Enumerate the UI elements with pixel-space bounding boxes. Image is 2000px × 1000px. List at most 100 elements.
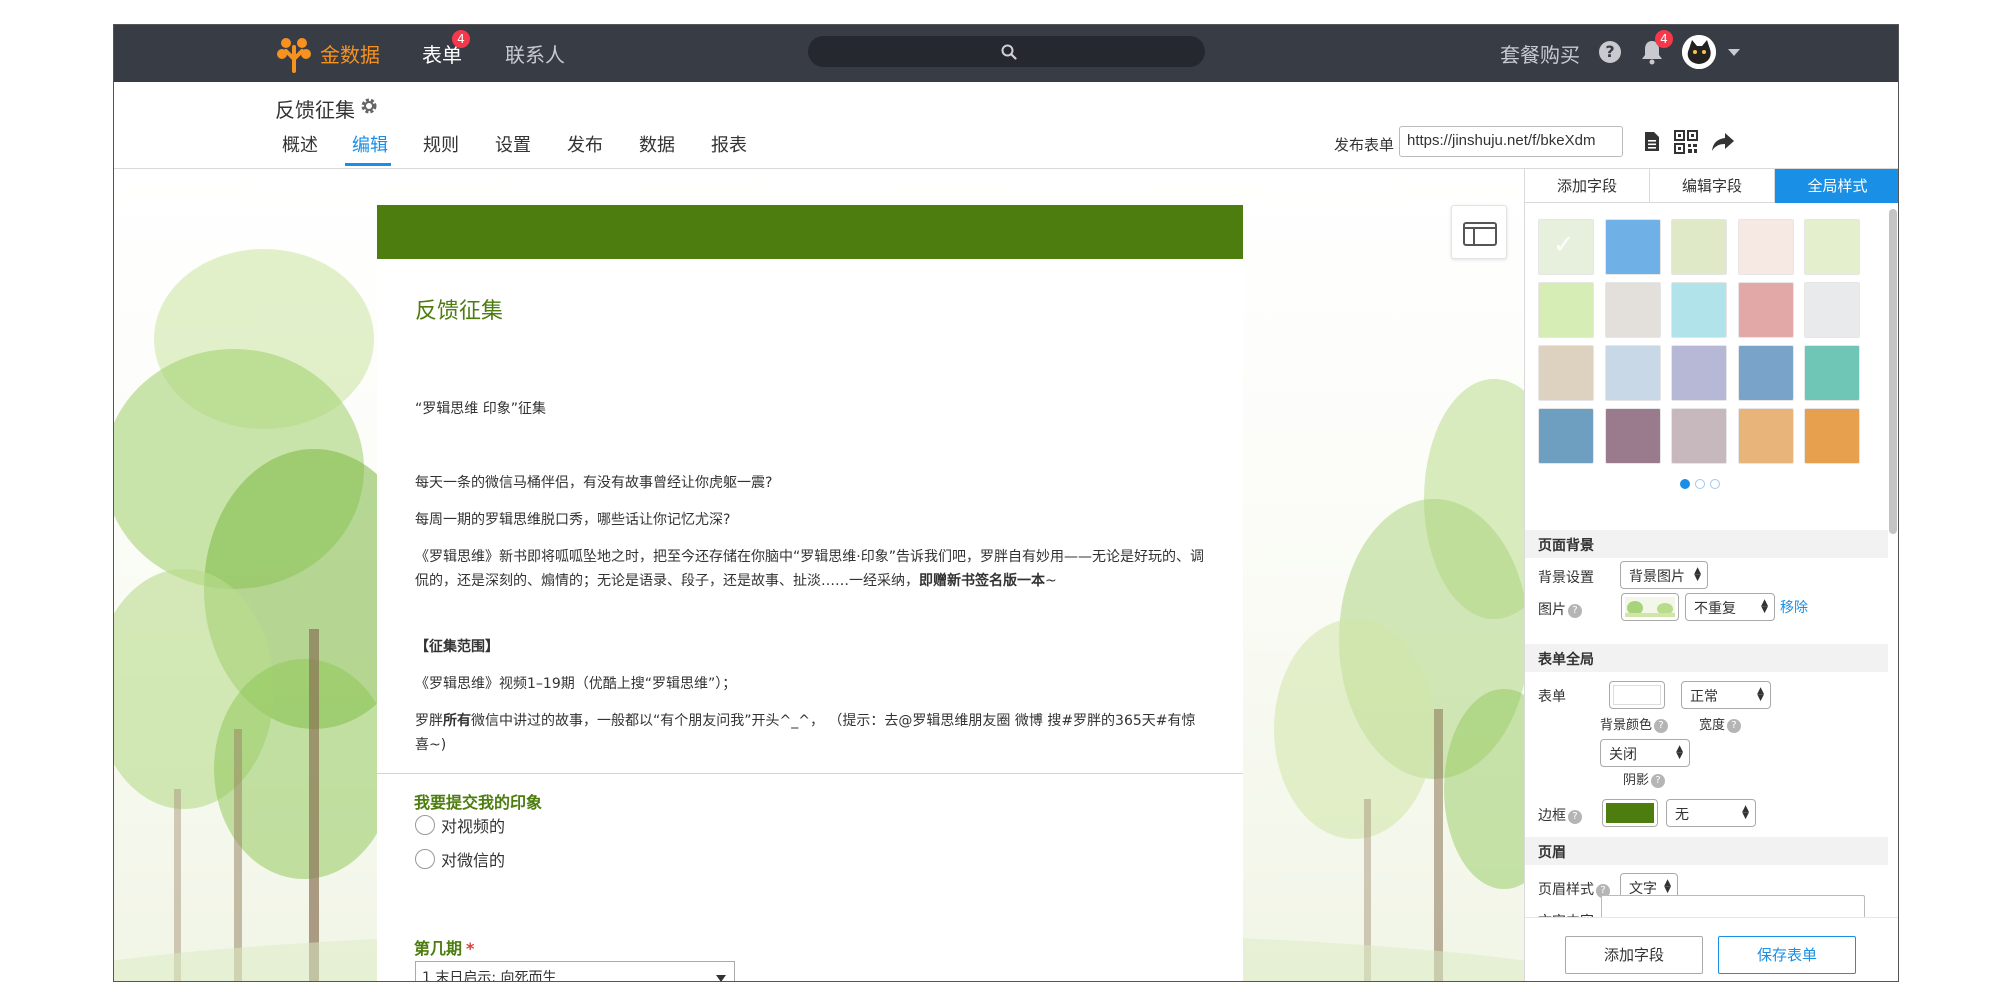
- theme-swatch[interactable]: [1671, 408, 1727, 464]
- publish-url-field[interactable]: https://jinshuju.net/f/bkeXdm: [1399, 126, 1623, 157]
- scope-item-2-text: 罗胖: [415, 713, 443, 729]
- help-icon[interactable]: ?: [1654, 719, 1669, 733]
- theme-swatch[interactable]: [1538, 345, 1594, 401]
- scope-item-1: 《罗辑思维》视频1–19期（优酷上搜“罗辑思维”）；: [415, 676, 737, 692]
- width-label: 宽度?: [1699, 714, 1742, 733]
- select-arrows-icon: ▲ ▼: [1761, 598, 1768, 615]
- help-icon[interactable]: ?: [1727, 719, 1742, 733]
- form-bg-color-swatch: [1613, 685, 1661, 705]
- theme-swatch[interactable]: [1605, 282, 1661, 338]
- pager-dot-1[interactable]: [1680, 479, 1690, 489]
- logo-icon[interactable]: [274, 33, 314, 73]
- radio-option-wechat-label[interactable]: 对微信的: [441, 847, 505, 871]
- scope-title: 【征集范围】: [415, 639, 499, 655]
- intro-paragraph-1: 每天一条的微信马桶伴侣，有没有故事曾经让你虎躯一震?: [415, 475, 773, 491]
- theme-swatch[interactable]: [1738, 219, 1794, 275]
- scope-item-2-tail: 微信中讲过的故事，一般都以“有个朋友问我”开头^_^， （提示：去@罗辑思维朋友…: [415, 713, 1196, 753]
- theme-swatch[interactable]: ✓: [1538, 219, 1594, 275]
- radio-option-video-label[interactable]: 对视频的: [441, 813, 505, 837]
- brand-name[interactable]: 金数据: [320, 39, 380, 68]
- tab-settings[interactable]: 设置: [495, 131, 531, 157]
- tab-add-field[interactable]: 添加字段: [1525, 169, 1650, 203]
- radio-option-video[interactable]: [415, 815, 435, 835]
- theme-swatch[interactable]: [1671, 282, 1727, 338]
- background-image-thumbnail[interactable]: [1621, 593, 1679, 621]
- remove-image-link[interactable]: 移除: [1780, 597, 1808, 617]
- scrollbar[interactable]: [1889, 209, 1897, 534]
- shadow-label-text: 阴影: [1623, 773, 1650, 788]
- help-icon[interactable]: ?: [1568, 810, 1582, 824]
- width-value: 正常: [1690, 689, 1718, 705]
- theme-swatch[interactable]: [1538, 408, 1594, 464]
- bg-color-label: 背景颜色?: [1600, 714, 1669, 733]
- radio-option-wechat[interactable]: [415, 849, 435, 869]
- tab-overview[interactable]: 概述: [282, 131, 318, 157]
- pager-dot-3[interactable]: [1710, 479, 1720, 489]
- theme-swatch[interactable]: [1605, 345, 1661, 401]
- help-icon[interactable]: ?: [1651, 774, 1666, 788]
- episode-select[interactable]: 1 末日启示: 向死而生: [415, 961, 735, 982]
- form-canvas: 反馈征集 “罗辑思维 印象”征集 每天一条的微信马桶伴侣，有没有故事曾经让你虎躯…: [114, 169, 1524, 982]
- theme-swatch[interactable]: [1538, 282, 1594, 338]
- tab-report[interactable]: 报表: [711, 131, 747, 157]
- width-label-text: 宽度: [1699, 718, 1726, 733]
- save-form-button[interactable]: 保存表单: [1718, 936, 1856, 974]
- active-tab-indicator: [345, 163, 391, 166]
- shadow-label: 阴影?: [1623, 769, 1666, 788]
- repeat-select[interactable]: 不重复 ▲ ▼: [1685, 593, 1775, 621]
- intro-paragraph-3-bold: 即赠新书签名版一本: [919, 573, 1045, 589]
- tab-global-style[interactable]: 全局样式: [1775, 169, 1898, 203]
- header-style-label: 页眉样式?: [1538, 879, 1610, 899]
- add-field-button[interactable]: 添加字段: [1565, 936, 1703, 974]
- form-preview-title: 反馈征集: [415, 299, 504, 324]
- help-icon[interactable]: ?: [1568, 604, 1582, 618]
- select-arrows-icon: ▲ ▼: [1742, 804, 1749, 821]
- bg-setting-label: 背景设置: [1538, 570, 1594, 586]
- tab-publish[interactable]: 发布: [567, 131, 603, 157]
- question-2-label-text: 第几期: [414, 939, 463, 958]
- episode-select-value: 1 末日启示: 向死而生: [422, 970, 557, 982]
- theme-swatch[interactable]: [1804, 345, 1860, 401]
- share-icon[interactable]: [1710, 130, 1736, 154]
- tab-data[interactable]: 数据: [639, 131, 675, 157]
- copy-icon[interactable]: [1641, 130, 1661, 154]
- theme-swatch[interactable]: [1605, 408, 1661, 464]
- border-style-select[interactable]: 无 ▲ ▼: [1666, 799, 1756, 827]
- gear-icon[interactable]: [360, 97, 378, 115]
- tab-rules[interactable]: 规则: [423, 131, 459, 157]
- border-label-text: 边框: [1538, 808, 1566, 824]
- nav-contacts[interactable]: 联系人: [505, 39, 565, 68]
- tab-edit[interactable]: 编辑: [352, 131, 388, 157]
- select-arrows-icon: ▲ ▼: [1694, 566, 1701, 583]
- tab-edit-field[interactable]: 编辑字段: [1650, 169, 1775, 203]
- theme-swatch[interactable]: [1671, 219, 1727, 275]
- bg-setting-select[interactable]: 背景图片 ▲ ▼: [1620, 561, 1708, 589]
- theme-swatch[interactable]: [1738, 282, 1794, 338]
- avatar[interactable]: [1682, 35, 1716, 69]
- section-header: 页眉: [1525, 837, 1888, 865]
- border-color-picker[interactable]: [1602, 799, 1658, 827]
- border-label: 边框?: [1538, 805, 1582, 825]
- publish-form-label: 发布表单: [1334, 136, 1395, 154]
- buy-plan-link[interactable]: 套餐购买: [1500, 39, 1580, 68]
- chevron-down-icon[interactable]: [1728, 49, 1740, 56]
- theme-swatch[interactable]: [1804, 282, 1860, 338]
- qr-code-icon[interactable]: [1674, 130, 1698, 154]
- theme-swatch[interactable]: [1804, 219, 1860, 275]
- width-select[interactable]: 正常 ▲ ▼: [1681, 681, 1771, 709]
- theme-swatch[interactable]: [1671, 345, 1727, 401]
- help-icon[interactable]: ?: [1599, 41, 1621, 63]
- border-color-swatch: [1606, 803, 1654, 823]
- preview-mode-button[interactable]: [1451, 205, 1507, 259]
- pager-dot-2[interactable]: [1695, 479, 1705, 489]
- select-arrows-icon: ▲ ▼: [1664, 878, 1671, 895]
- theme-swatch[interactable]: [1738, 345, 1794, 401]
- select-arrows-icon: ▲ ▼: [1676, 744, 1683, 761]
- search-icon[interactable]: [1000, 43, 1018, 61]
- theme-swatch[interactable]: [1804, 408, 1860, 464]
- theme-swatch[interactable]: [1738, 408, 1794, 464]
- shadow-select[interactable]: 关闭 ▲ ▼: [1600, 739, 1690, 767]
- theme-swatch[interactable]: [1605, 219, 1661, 275]
- intro-title: “罗辑思维 印象”征集: [415, 401, 546, 417]
- form-bg-color-picker[interactable]: [1609, 681, 1665, 709]
